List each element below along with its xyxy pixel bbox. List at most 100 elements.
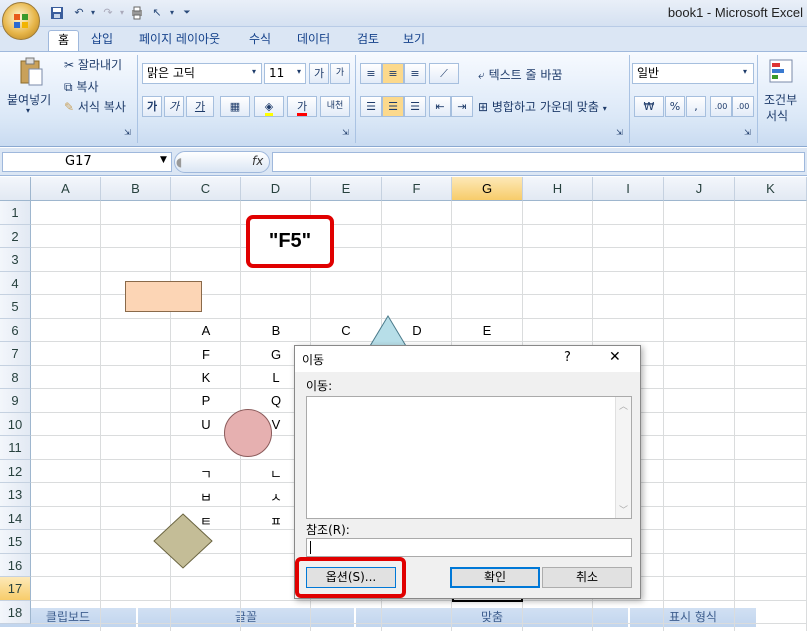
font-size-dropdown-icon[interactable]: ▾ bbox=[297, 67, 301, 76]
cell-c8[interactable]: K bbox=[171, 370, 241, 385]
column-header-c[interactable]: C bbox=[171, 177, 241, 201]
bold-button[interactable]: 가 bbox=[142, 96, 162, 117]
tab-insert[interactable]: 삽입 bbox=[82, 30, 122, 51]
close-button[interactable]: ✕ bbox=[609, 349, 621, 365]
font-launcher-icon[interactable]: ⇲ bbox=[342, 128, 349, 137]
print-preview-icon[interactable] bbox=[130, 6, 144, 20]
undo-icon[interactable]: ↶ bbox=[72, 6, 86, 20]
cell-c9[interactable]: P bbox=[171, 393, 241, 408]
name-box-dropdown-icon[interactable]: ▼ bbox=[160, 155, 167, 165]
tab-data[interactable]: 데이터 bbox=[288, 30, 339, 51]
number-launcher-icon[interactable]: ⇲ bbox=[744, 128, 751, 137]
scroll-down-icon[interactable]: ﹀ bbox=[619, 503, 628, 516]
copy-button[interactable]: ⧉ 복사 bbox=[64, 78, 99, 95]
row-header-2[interactable]: 2 bbox=[0, 225, 31, 248]
decrease-decimal-button[interactable]: .00 bbox=[732, 96, 754, 117]
row-header-13[interactable]: 13 bbox=[0, 483, 31, 507]
increase-indent-button[interactable]: ⇥ bbox=[451, 96, 473, 117]
alignment-launcher-icon[interactable]: ⇲ bbox=[616, 128, 623, 137]
align-right-button[interactable]: ☰ bbox=[404, 96, 426, 117]
pointer-icon[interactable]: ↖ bbox=[150, 6, 164, 20]
align-left-button[interactable]: ☰ bbox=[360, 96, 382, 117]
percent-button[interactable]: % bbox=[665, 96, 685, 117]
phonetic-button[interactable]: 내천 bbox=[320, 96, 350, 117]
cut-button[interactable]: ✂ 잘라내기 bbox=[64, 56, 122, 73]
diamond-shape[interactable] bbox=[152, 512, 214, 570]
comma-button[interactable]: , bbox=[686, 96, 706, 117]
row-header-18[interactable]: 18 bbox=[0, 601, 31, 624]
row-header-8[interactable]: 8 bbox=[0, 366, 31, 389]
paste-icon[interactable] bbox=[18, 57, 44, 87]
increase-decimal-button[interactable]: .00 bbox=[710, 96, 732, 117]
save-icon[interactable] bbox=[50, 6, 64, 20]
tab-page-layout[interactable]: 페이지 레이아웃 bbox=[130, 30, 229, 51]
align-center-button[interactable]: ☰ bbox=[382, 96, 404, 117]
qat-more-icon[interactable]: ⏷ bbox=[180, 6, 194, 20]
column-header-d[interactable]: D bbox=[241, 177, 311, 201]
row-header-15[interactable]: 15 bbox=[0, 530, 31, 554]
row-header-9[interactable]: 9 bbox=[0, 389, 31, 413]
shrink-font-button[interactable]: 가 bbox=[330, 63, 350, 84]
reference-input[interactable] bbox=[306, 538, 632, 557]
font-name-dropdown-icon[interactable]: ▾ bbox=[252, 67, 256, 76]
redo-icon[interactable]: ↷ bbox=[101, 6, 115, 20]
office-button[interactable] bbox=[2, 2, 40, 40]
undo-dropdown-icon[interactable]: ▾ bbox=[86, 6, 100, 20]
circle-shape[interactable] bbox=[224, 409, 272, 457]
goto-list[interactable]: ︿ ﹀ bbox=[306, 396, 632, 519]
redo-dropdown-icon[interactable]: ▾ bbox=[115, 6, 129, 20]
tab-view[interactable]: 보기 bbox=[394, 30, 434, 51]
column-header-g[interactable]: G bbox=[452, 177, 523, 201]
column-header-e[interactable]: E bbox=[311, 177, 382, 201]
goto-list-scrollbar[interactable]: ︿ ﹀ bbox=[615, 397, 631, 518]
formula-drag-handle-icon[interactable]: ◖ bbox=[176, 155, 182, 169]
name-box[interactable]: G17 bbox=[2, 152, 172, 172]
qat-customize-icon[interactable]: ▾ bbox=[165, 6, 179, 20]
cell-c13[interactable]: ㅂ bbox=[171, 487, 241, 506]
border-button[interactable]: ▦ bbox=[220, 96, 250, 117]
row-header-17[interactable]: 17 bbox=[0, 577, 31, 601]
column-header-b[interactable]: B bbox=[101, 177, 171, 201]
orientation-button[interactable]: ⟋ bbox=[429, 63, 459, 84]
currency-button[interactable]: ₩ bbox=[634, 96, 664, 117]
cancel-button[interactable]: 취소 bbox=[542, 567, 632, 588]
tab-home[interactable]: 홈 bbox=[48, 30, 80, 51]
row-header-7[interactable]: 7 bbox=[0, 342, 31, 366]
font-color-button[interactable]: 가 bbox=[287, 96, 317, 117]
triangle-shape[interactable] bbox=[370, 315, 410, 347]
number-format-dropdown-icon[interactable]: ▾ bbox=[743, 67, 747, 76]
row-header-1[interactable]: 1 bbox=[0, 201, 31, 225]
cell-d6[interactable]: B bbox=[241, 323, 311, 338]
select-all-corner[interactable] bbox=[0, 177, 31, 201]
rectangle-shape[interactable] bbox=[125, 281, 202, 312]
align-top-button[interactable]: ≡ bbox=[360, 63, 382, 84]
ok-button[interactable]: 확인 bbox=[450, 567, 540, 588]
row-header-12[interactable]: 12 bbox=[0, 460, 31, 483]
decrease-indent-button[interactable]: ⇤ bbox=[429, 96, 451, 117]
format-painter-button[interactable]: ✎ 서식 복사 bbox=[64, 98, 126, 115]
underline-button[interactable]: 가 bbox=[186, 96, 214, 117]
cell-c7[interactable]: F bbox=[171, 347, 241, 362]
scroll-up-icon[interactable]: ︿ bbox=[619, 399, 628, 412]
font-name-box[interactable]: 맑은 고딕 bbox=[142, 63, 262, 84]
align-bottom-button[interactable]: ≡ bbox=[404, 63, 426, 84]
cell-c12[interactable]: ㄱ bbox=[171, 464, 241, 483]
tab-formulas[interactable]: 수식 bbox=[240, 30, 280, 51]
cell-c6[interactable]: A bbox=[171, 323, 241, 338]
align-middle-button[interactable]: ≡ bbox=[382, 63, 404, 84]
grow-font-button[interactable]: 가 bbox=[309, 63, 329, 84]
merge-center-button[interactable]: ⊞ 병합하고 가운데 맞춤 ▾ bbox=[478, 98, 607, 115]
row-header-3[interactable]: 3 bbox=[0, 248, 31, 272]
insert-function-button[interactable]: fx bbox=[252, 154, 263, 168]
paste-dropdown-icon[interactable]: ▾ bbox=[26, 106, 30, 115]
row-header-14[interactable]: 14 bbox=[0, 507, 31, 530]
column-header-j[interactable]: J bbox=[664, 177, 735, 201]
clipboard-launcher-icon[interactable]: ⇲ bbox=[124, 128, 131, 137]
cell-g6[interactable]: E bbox=[452, 323, 522, 338]
column-header-h[interactable]: H bbox=[523, 177, 593, 201]
column-header-i[interactable]: I bbox=[593, 177, 664, 201]
column-header-a[interactable]: A bbox=[31, 177, 101, 201]
formula-input[interactable] bbox=[272, 152, 805, 172]
italic-button[interactable]: 가 bbox=[164, 96, 184, 117]
column-header-k[interactable]: K bbox=[735, 177, 807, 201]
